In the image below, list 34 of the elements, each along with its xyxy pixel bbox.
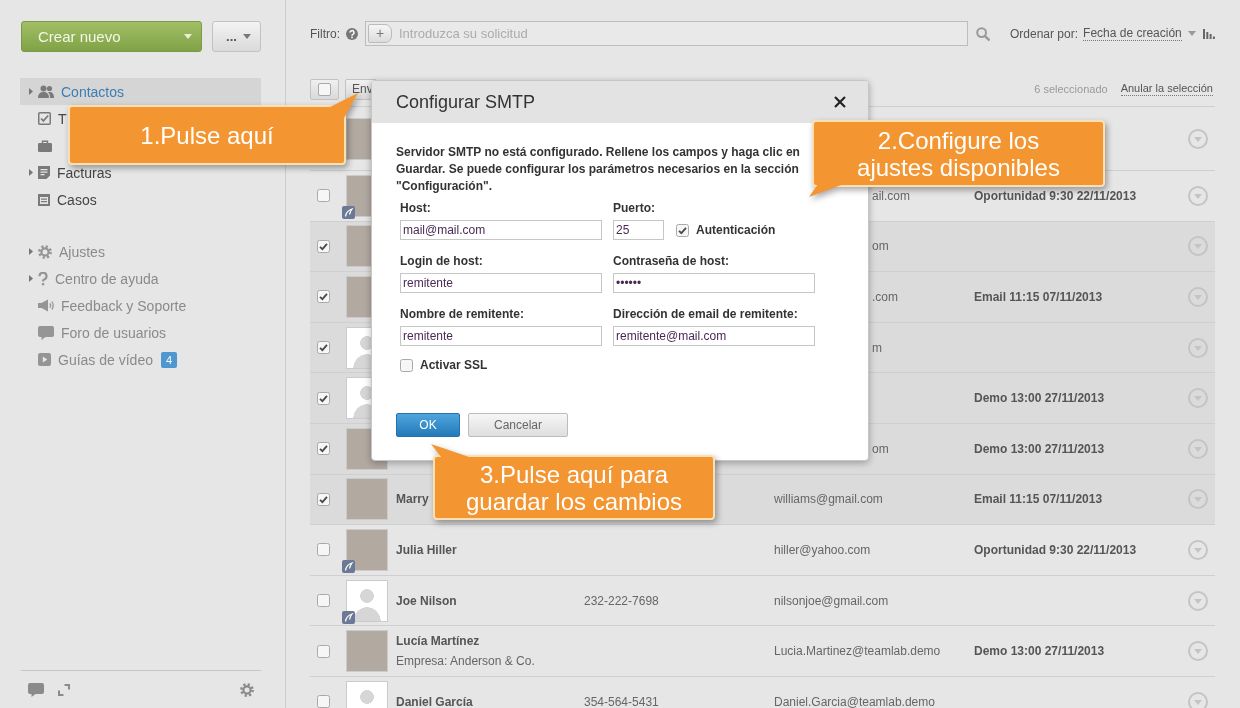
- email-text: williams@gmail.com: [774, 492, 883, 507]
- email-text: hiller@yahoo.com: [774, 542, 871, 557]
- email-text: nilsonjoe@gmail.com: [774, 593, 889, 608]
- company-text: Empresa: Anderson & Co.: [396, 654, 535, 669]
- field-label: Contraseña de host:: [613, 254, 730, 268]
- activity-text: Demo 13:00 27/11/2013: [974, 644, 1105, 659]
- dialog-title: Configurar SMTP: [396, 91, 536, 113]
- activity-text: Email 11:15 07/11/2013: [974, 492, 1103, 507]
- activity-text: Demo 13:00 27/11/2013: [974, 391, 1105, 406]
- field-label: Dirección de email de remitente:: [613, 307, 799, 321]
- field-label: Puerto:: [613, 201, 656, 215]
- activity-text: Oportunidad 9:30 22/11/2013: [974, 542, 1137, 557]
- checkbox-label: Activar SSL: [420, 358, 488, 372]
- filter-label: Filtro:: [310, 26, 340, 41]
- email-text: Lucia.Martinez@teamlab.demo: [774, 644, 941, 659]
- checkbox-label: Autenticación: [696, 223, 776, 237]
- selection-count: 6 seleccionado: [1034, 83, 1108, 95]
- field-label: Host:: [400, 201, 432, 215]
- email-text: om: [872, 239, 889, 254]
- activity-text: Email 11:15 07/11/2013: [974, 290, 1103, 304]
- activity-text: Oportunidad 9:30 22/11/2013: [974, 188, 1137, 203]
- email-text: Daniel.Garcia@teamlab.demo: [774, 694, 935, 708]
- sort-label: Ordenar por:: [1010, 26, 1079, 41]
- activity-text: Demo 13:00 27/11/2013: [974, 441, 1105, 456]
- phone-number: 232-222-7698: [584, 593, 659, 608]
- count-badge: 4: [160, 351, 177, 368]
- field-label: Login de host:: [400, 254, 484, 268]
- email-text: m: [872, 340, 882, 355]
- dialog-message: Servidor SMTP no está configurado. Rellene los campos y haga clic en Guardar. Se puede configurar los parámetros necesarios en la sección "Configuración".: [396, 144, 801, 195]
- email-text: om: [872, 441, 889, 456]
- field-label: Nombre de remitente:: [400, 307, 526, 321]
- email-text: ail.com: [872, 188, 910, 203]
- email-text: .com: [872, 290, 898, 304]
- phone-number: 354-564-5431: [584, 694, 659, 708]
